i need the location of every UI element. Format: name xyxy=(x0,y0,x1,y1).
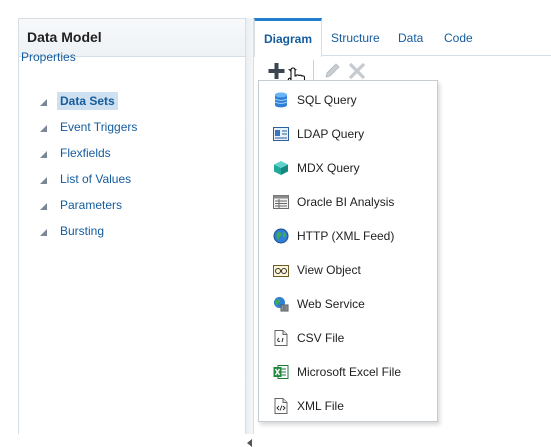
menu-item-http-xml-feed[interactable]: HTTP (XML Feed) xyxy=(259,219,437,253)
menu-item-label: Oracle BI Analysis xyxy=(297,195,395,209)
excel-icon xyxy=(273,364,289,380)
tree-item-label: Event Triggers xyxy=(60,120,138,134)
menu-item-web-service[interactable]: Web Service xyxy=(259,287,437,321)
new-data-set-menu: SQL Query LDAP Query MDX Query Oracle BI… xyxy=(258,80,438,422)
menu-item-sql-query[interactable]: SQL Query xyxy=(259,83,437,117)
tab-diagram[interactable]: Diagram xyxy=(254,18,323,57)
tree-item-label: Bursting xyxy=(60,224,105,238)
properties-link[interactable]: Properties xyxy=(21,50,76,64)
toolbar-separator xyxy=(313,60,314,82)
tab-bar: Diagram Structure Data Code xyxy=(254,18,551,57)
menu-item-mdx-query[interactable]: MDX Query xyxy=(259,151,437,185)
tree-item-label: List of Values xyxy=(60,172,132,186)
menu-item-label: SQL Query xyxy=(297,93,357,107)
cube-icon xyxy=(273,160,289,176)
menu-item-view-object[interactable]: View Object xyxy=(259,253,437,287)
menu-item-label: Web Service xyxy=(297,297,365,311)
xml-file-icon xyxy=(273,398,289,414)
tab-data[interactable]: Data xyxy=(392,18,429,56)
menu-item-label: XML File xyxy=(297,399,344,413)
globe-icon xyxy=(273,228,289,244)
tab-structure[interactable]: Structure xyxy=(325,18,386,56)
expand-triangle-icon[interactable] xyxy=(40,176,47,184)
tree-item-event-triggers[interactable]: Event Triggers xyxy=(40,118,140,136)
expand-triangle-icon[interactable] xyxy=(40,228,47,236)
menu-item-csv-file[interactable]: CSV File xyxy=(259,321,437,355)
menu-item-oracle-bi-analysis[interactable]: Oracle BI Analysis xyxy=(259,185,437,219)
menu-item-label: View Object xyxy=(297,263,361,277)
plus-icon[interactable] xyxy=(268,62,286,80)
ldap-icon xyxy=(273,126,289,142)
pencil-icon[interactable] xyxy=(323,62,341,80)
tree-item-bursting[interactable]: Bursting xyxy=(40,222,107,240)
view-object-icon xyxy=(273,262,289,278)
menu-item-label: LDAP Query xyxy=(297,127,365,141)
menu-item-ldap-query[interactable]: LDAP Query xyxy=(259,117,437,151)
csv-file-icon xyxy=(273,330,289,346)
menu-item-xml-file[interactable]: XML File xyxy=(259,389,437,423)
tree-item-data-sets[interactable]: Data Sets xyxy=(40,92,118,110)
expand-triangle-icon[interactable] xyxy=(40,202,47,210)
menu-item-label: HTTP (XML Feed) xyxy=(297,229,395,243)
collapse-arrow-icon[interactable] xyxy=(247,439,252,447)
panel-splitter[interactable] xyxy=(246,18,254,447)
tree-item-label: Flexfields xyxy=(60,146,111,160)
menu-item-microsoft-excel-file[interactable]: Microsoft Excel File xyxy=(259,355,437,389)
tree-item-label: Data Sets xyxy=(57,92,118,110)
tree-item-parameters[interactable]: Parameters xyxy=(40,196,125,214)
expand-triangle-icon[interactable] xyxy=(40,124,47,132)
tab-code[interactable]: Code xyxy=(438,18,479,56)
tree-item-list-of-values[interactable]: List of Values xyxy=(40,170,134,188)
database-icon xyxy=(273,92,289,108)
x-icon[interactable] xyxy=(348,62,366,80)
tree-item-label: Parameters xyxy=(60,198,123,212)
menu-item-label: MDX Query xyxy=(297,161,360,175)
expand-triangle-icon[interactable] xyxy=(40,98,47,106)
analysis-icon xyxy=(273,194,289,210)
menu-item-label: CSV File xyxy=(297,331,345,345)
menu-item-label: Microsoft Excel File xyxy=(297,365,402,379)
web-service-icon xyxy=(273,296,289,312)
tree-item-flexfields[interactable]: Flexfields xyxy=(40,144,114,162)
expand-triangle-icon[interactable] xyxy=(40,150,47,158)
